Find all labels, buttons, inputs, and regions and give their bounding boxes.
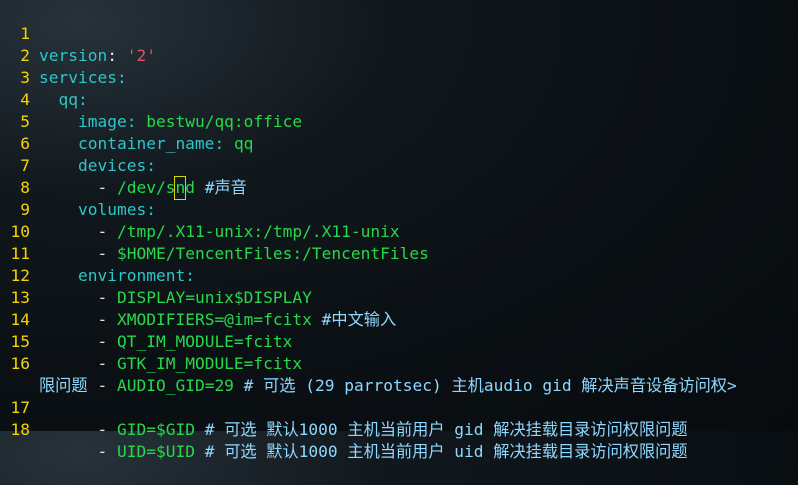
code-line[interactable]: 15 - GTK_IM_MODULE=fcitx xyxy=(0,309,798,373)
code-text: - UID=$UID # 可选 默认1000 主机当前用户 uid 解决挂载目录… xyxy=(39,441,688,463)
code-text: - GID=$GID # 可选 默认1000 主机当前用户 gid 解决挂载目录… xyxy=(39,419,688,441)
code-line[interactable]: 8 volumes: xyxy=(0,155,798,219)
code-line[interactable]: 9 - /tmp/.X11-unix:/tmp/.X11-unix xyxy=(0,177,798,241)
code-line[interactable]: 13 - XMODIFIERS=@im=fcitx #中文输入 xyxy=(0,265,798,329)
yaml-value: GID=$GID xyxy=(116,420,195,439)
code-line[interactable]: 5 container_name: qq xyxy=(0,89,798,153)
code-line[interactable]: 18 - UID=$UID # 可选 默认1000 主机当前用户 uid 解决挂… xyxy=(0,397,798,461)
code-line[interactable]: 10 - $HOME/TencentFiles:/TencentFiles xyxy=(0,199,798,263)
vim-editor[interactable]: 1 version: '2' 2 services: 3 qq: 4 image… xyxy=(0,0,798,461)
code-line[interactable]: 6 devices: xyxy=(0,111,798,175)
code-line[interactable]: 7 - /dev/snd #声音 xyxy=(0,133,798,200)
code-line[interactable]: 2 services: xyxy=(0,23,798,87)
wrapped-line-continuation[interactable]: 限问题 xyxy=(0,353,798,395)
code-line[interactable]: 16 - AUDIO_GID=29 # 可选 (29 parrotsec) 主机… xyxy=(0,331,798,395)
code-line[interactable]: 4 image: bestwu/qq:office xyxy=(0,67,798,131)
list-dash: - xyxy=(97,442,117,461)
code-line[interactable]: 12 - DISPLAY=unix$DISPLAY xyxy=(0,243,798,307)
code-line[interactable]: 1 version: '2' xyxy=(0,1,798,65)
yaml-comment: # 可选 默认1000 主机当前用户 uid 解决挂载目录访问权限问题 xyxy=(194,442,688,461)
line-number: 18 xyxy=(10,420,31,439)
code-line[interactable]: 3 qq: xyxy=(0,45,798,109)
list-dash: - xyxy=(97,420,117,439)
code-line[interactable]: 17 - GID=$GID # 可选 默认1000 主机当前用户 gid 解决挂… xyxy=(0,375,798,439)
yaml-value: UID=$UID xyxy=(116,442,195,461)
yaml-comment: # 可选 默认1000 主机当前用户 gid 解决挂载目录访问权限问题 xyxy=(194,420,688,439)
code-line[interactable]: 11 environment: xyxy=(0,221,798,285)
code-line[interactable]: 14 - QT_IM_MODULE=fcitx xyxy=(0,287,798,351)
